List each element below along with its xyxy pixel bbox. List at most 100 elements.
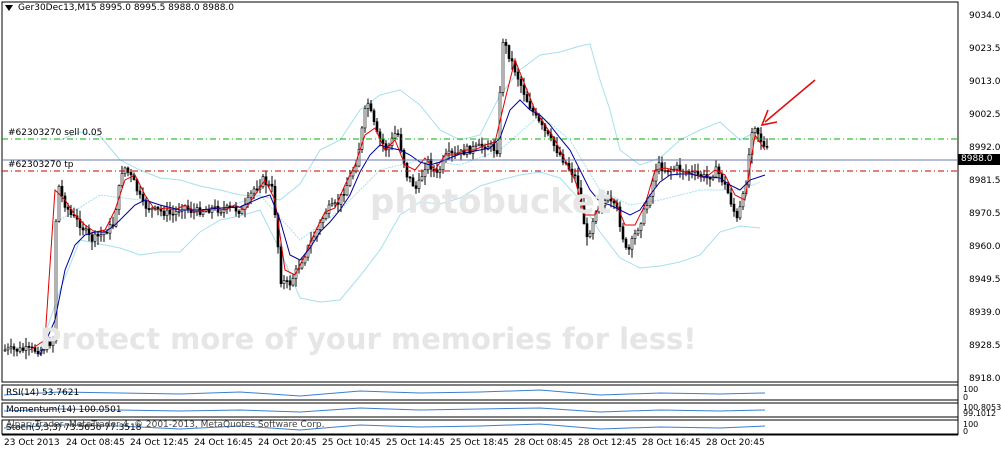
candle-body	[183, 205, 187, 211]
candle-body	[51, 340, 55, 346]
time-axis-label: 28 Oct 16:45	[642, 438, 701, 448]
chart-header: Ger30Dec13,M15 8995.0 8995.5 8988.0 8988…	[18, 3, 235, 13]
candle-body	[696, 170, 700, 175]
candle-body	[576, 175, 580, 189]
fast-moving-average	[29, 58, 766, 351]
candle-body	[237, 210, 241, 214]
order-tp-label[interactable]: #62303270 tp	[8, 160, 73, 170]
candle-body	[60, 185, 64, 197]
candle-body	[126, 167, 130, 173]
time-axis-label: 24 Oct 08:45	[66, 438, 125, 448]
footer-copyright: Alpari Trader, MetaTrader 4, © 2001-2013…	[6, 420, 325, 430]
candle-body	[105, 231, 109, 234]
candle-body	[510, 58, 514, 62]
order-sell-label[interactable]: #62303270 sell 0.05	[8, 128, 102, 138]
time-axis-label: 23 Oct 2013	[4, 438, 60, 448]
candle-body	[363, 108, 367, 129]
candle-body	[453, 152, 457, 155]
slow-moving-average	[39, 99, 766, 356]
candle-body	[516, 71, 520, 80]
candle-body	[450, 150, 454, 154]
price-axis-label: 8992.0	[969, 143, 1001, 153]
candle-body	[21, 347, 25, 351]
candle-body	[81, 227, 85, 231]
candle-body	[525, 94, 529, 102]
stoch-axis-bottom: 0	[963, 427, 969, 436]
candle-body	[291, 278, 295, 286]
price-chart[interactable]	[0, 0, 1001, 452]
price-axis-label: 9013.0	[969, 77, 1001, 87]
momentum-label: Momentum(14) 100.0501	[6, 405, 122, 415]
candle-body	[423, 169, 427, 177]
candle-body	[207, 209, 211, 213]
candle-body	[102, 231, 106, 235]
candle-body	[201, 211, 205, 215]
candle-body	[660, 162, 664, 172]
candle-body	[96, 233, 100, 237]
candle-body	[555, 145, 559, 154]
price-axis-label: 9023.5	[969, 44, 1001, 54]
price-axis-label: 9002.5	[969, 110, 1001, 120]
candle-body	[732, 203, 736, 212]
candle-body	[279, 246, 283, 284]
candle-body	[504, 42, 508, 46]
candle-body	[18, 347, 22, 352]
price-axis-label: 8918.0	[969, 374, 1001, 384]
candle-body	[267, 183, 271, 186]
candle-body	[150, 208, 154, 211]
price-axis-label: 8928.5	[969, 341, 1001, 351]
candle-body	[606, 197, 610, 202]
current-price-badge: 8988.0	[958, 154, 1000, 165]
candle-body	[213, 205, 217, 208]
candle-body	[627, 247, 631, 250]
rsi-label: RSI(14) 53.7621	[6, 388, 80, 398]
time-axis-label: 24 Oct 20:45	[258, 438, 317, 448]
candle-body	[756, 128, 760, 135]
candle-body	[417, 179, 421, 189]
candle-body	[3, 349, 7, 352]
candle-body	[477, 143, 481, 146]
candle-body	[354, 165, 358, 172]
candle-body	[144, 200, 148, 209]
candle-body	[48, 341, 52, 346]
candle-body	[399, 134, 403, 151]
candle-body	[621, 226, 625, 240]
candle-body	[324, 212, 328, 219]
price-axis-label: 8970.5	[969, 209, 1001, 219]
candle-body	[333, 202, 337, 205]
candle-body	[720, 173, 724, 183]
candle-body	[636, 230, 640, 235]
chart-symbol-icon	[5, 5, 13, 11]
time-axis-label: 25 Oct 18:45	[450, 438, 509, 448]
candle-body	[330, 203, 334, 206]
candle-body	[645, 205, 649, 210]
candle-body	[6, 347, 10, 351]
candle-body	[255, 188, 259, 191]
candle-body	[408, 176, 412, 179]
candle-body	[321, 218, 325, 223]
candle-body	[735, 211, 739, 219]
time-axis-label: 28 Oct 08:45	[514, 438, 573, 448]
candle-body	[93, 233, 97, 242]
candle-body	[342, 194, 346, 196]
candle-body	[216, 205, 220, 213]
candle-body	[57, 185, 61, 222]
candle-body	[501, 42, 505, 93]
candle-body	[12, 346, 16, 350]
candle-body	[729, 192, 733, 205]
candle-body	[708, 177, 712, 180]
candle-body	[300, 262, 304, 269]
candle-body	[588, 233, 592, 238]
price-axis-label: 8949.5	[969, 275, 1001, 285]
candle-body	[42, 349, 46, 351]
candle-body	[675, 164, 679, 170]
candle-body	[591, 220, 595, 234]
candle-body	[84, 228, 88, 231]
price-axis-label: 8960.0	[969, 242, 1001, 252]
price-axis-label: 8939.0	[969, 308, 1001, 318]
candle-body	[651, 180, 655, 197]
candle-body	[99, 234, 103, 237]
candle-body	[612, 200, 616, 204]
candle-body	[648, 196, 652, 206]
candle-body	[159, 209, 163, 212]
